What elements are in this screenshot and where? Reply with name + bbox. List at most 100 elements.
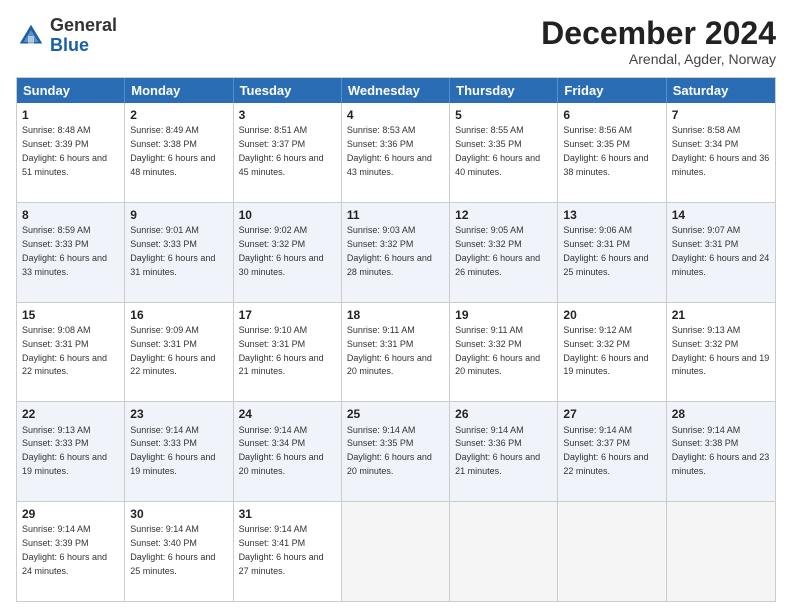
day-number: 1 [22,107,119,123]
day-number: 17 [239,307,336,323]
day-number: 31 [239,506,336,522]
cell-text: Sunrise: 9:14 AM Sunset: 3:33 PM Dayligh… [130,425,215,476]
empty-cell-4-3 [342,502,450,601]
empty-cell-4-5 [558,502,666,601]
day-cell-23: 23 Sunrise: 9:14 AM Sunset: 3:33 PM Dayli… [125,402,233,501]
cell-text: Sunrise: 9:11 AM Sunset: 3:32 PM Dayligh… [455,325,540,376]
page: General Blue December 2024 Arendal, Agde… [0,0,792,612]
day-number: 3 [239,107,336,123]
day-cell-6: 6 Sunrise: 8:56 AM Sunset: 3:35 PM Daylig… [558,103,666,202]
cell-text: Sunrise: 9:14 AM Sunset: 3:37 PM Dayligh… [563,425,648,476]
day-number: 18 [347,307,444,323]
day-number: 7 [672,107,770,123]
day-cell-1: 1Sunrise: 8:48 AM Sunset: 3:39 PM Daylig… [17,103,125,202]
logo-general: General [50,15,117,35]
day-cell-22: 22 Sunrise: 9:13 AM Sunset: 3:33 PM Dayli… [17,402,125,501]
header-day-sunday: Sunday [17,78,125,103]
calendar-row-4: 22 Sunrise: 9:13 AM Sunset: 3:33 PM Dayli… [17,402,775,502]
day-number: 9 [130,207,227,223]
empty-cell-4-6 [667,502,775,601]
day-number: 24 [239,406,336,422]
day-cell-25: 25Sunrise: 9:14 AM Sunset: 3:35 PM Dayli… [342,402,450,501]
header-day-wednesday: Wednesday [342,78,450,103]
day-cell-26: 26Sunrise: 9:14 AM Sunset: 3:36 PM Dayli… [450,402,558,501]
day-number: 27 [563,406,660,422]
day-cell-16: 16 Sunrise: 9:09 AM Sunset: 3:31 PM Dayli… [125,303,233,402]
month-title: December 2024 [541,16,776,51]
cell-text: Sunrise: 9:02 AM Sunset: 3:32 PM Dayligh… [239,225,324,276]
header-day-thursday: Thursday [450,78,558,103]
day-number: 21 [672,307,770,323]
calendar-row-3: 15 Sunrise: 9:08 AM Sunset: 3:31 PM Dayli… [17,303,775,403]
day-cell-31: 31 Sunrise: 9:14 AM Sunset: 3:41 PM Dayli… [234,502,342,601]
logo-blue: Blue [50,35,89,55]
day-number: 13 [563,207,660,223]
cell-text: Sunrise: 9:01 AM Sunset: 3:33 PM Dayligh… [130,225,215,276]
day-cell-27: 27 Sunrise: 9:14 AM Sunset: 3:37 PM Dayli… [558,402,666,501]
day-cell-11: 11Sunrise: 9:03 AM Sunset: 3:32 PM Dayli… [342,203,450,302]
header-day-saturday: Saturday [667,78,775,103]
day-cell-24: 24 Sunrise: 9:14 AM Sunset: 3:34 PM Dayli… [234,402,342,501]
cell-text: Sunrise: 9:14 AM Sunset: 3:34 PM Dayligh… [239,425,324,476]
day-cell-30: 30Sunrise: 9:14 AM Sunset: 3:40 PM Dayli… [125,502,233,601]
day-cell-2: 2 Sunrise: 8:49 AM Sunset: 3:38 PM Daylig… [125,103,233,202]
day-number: 26 [455,406,552,422]
day-number: 23 [130,406,227,422]
day-number: 28 [672,406,770,422]
cell-text: Sunrise: 8:49 AM Sunset: 3:38 PM Dayligh… [130,125,215,176]
day-cell-3: 3Sunrise: 8:51 AM Sunset: 3:37 PM Daylig… [234,103,342,202]
cell-text: Sunrise: 9:03 AM Sunset: 3:32 PM Dayligh… [347,225,432,276]
day-number: 4 [347,107,444,123]
calendar-row-2: 8Sunrise: 8:59 AM Sunset: 3:33 PM Daylig… [17,203,775,303]
day-cell-8: 8Sunrise: 8:59 AM Sunset: 3:33 PM Daylig… [17,203,125,302]
cell-text: Sunrise: 8:56 AM Sunset: 3:35 PM Dayligh… [563,125,648,176]
day-number: 29 [22,506,119,522]
day-number: 20 [563,307,660,323]
cell-text: Sunrise: 8:55 AM Sunset: 3:35 PM Dayligh… [455,125,540,176]
cell-text: Sunrise: 9:14 AM Sunset: 3:39 PM Dayligh… [22,524,107,575]
cell-text: Sunrise: 9:10 AM Sunset: 3:31 PM Dayligh… [239,325,324,376]
day-cell-20: 20 Sunrise: 9:12 AM Sunset: 3:32 PM Dayli… [558,303,666,402]
day-cell-9: 9 Sunrise: 9:01 AM Sunset: 3:33 PM Daylig… [125,203,233,302]
calendar: SundayMondayTuesdayWednesdayThursdayFrid… [16,77,776,602]
day-cell-10: 10 Sunrise: 9:02 AM Sunset: 3:32 PM Dayli… [234,203,342,302]
cell-text: Sunrise: 8:59 AM Sunset: 3:33 PM Dayligh… [22,225,107,276]
day-number: 22 [22,406,119,422]
cell-text: Sunrise: 8:53 AM Sunset: 3:36 PM Dayligh… [347,125,432,176]
day-cell-4: 4 Sunrise: 8:53 AM Sunset: 3:36 PM Daylig… [342,103,450,202]
day-cell-17: 17 Sunrise: 9:10 AM Sunset: 3:31 PM Dayli… [234,303,342,402]
cell-text: Sunrise: 9:13 AM Sunset: 3:33 PM Dayligh… [22,425,107,476]
header-day-tuesday: Tuesday [234,78,342,103]
cell-text: Sunrise: 9:07 AM Sunset: 3:31 PM Dayligh… [672,225,770,276]
cell-text: Sunrise: 9:08 AM Sunset: 3:31 PM Dayligh… [22,325,107,376]
cell-text: Sunrise: 9:12 AM Sunset: 3:32 PM Dayligh… [563,325,648,376]
day-cell-14: 14Sunrise: 9:07 AM Sunset: 3:31 PM Dayli… [667,203,775,302]
cell-text: Sunrise: 9:05 AM Sunset: 3:32 PM Dayligh… [455,225,540,276]
day-number: 2 [130,107,227,123]
calendar-body: 1Sunrise: 8:48 AM Sunset: 3:39 PM Daylig… [17,103,775,601]
day-cell-29: 29 Sunrise: 9:14 AM Sunset: 3:39 PM Dayli… [17,502,125,601]
day-number: 25 [347,406,444,422]
cell-text: Sunrise: 9:14 AM Sunset: 3:38 PM Dayligh… [672,425,770,476]
cell-text: Sunrise: 9:09 AM Sunset: 3:31 PM Dayligh… [130,325,215,376]
logo: General Blue [16,16,117,56]
cell-text: Sunrise: 9:06 AM Sunset: 3:31 PM Dayligh… [563,225,648,276]
day-cell-15: 15 Sunrise: 9:08 AM Sunset: 3:31 PM Dayli… [17,303,125,402]
cell-text: Sunrise: 9:14 AM Sunset: 3:41 PM Dayligh… [239,524,324,575]
header: General Blue December 2024 Arendal, Agde… [16,16,776,67]
day-number: 6 [563,107,660,123]
day-cell-7: 7 Sunrise: 8:58 AM Sunset: 3:34 PM Daylig… [667,103,775,202]
day-number: 5 [455,107,552,123]
title-block: December 2024 Arendal, Agder, Norway [541,16,776,67]
day-cell-13: 13 Sunrise: 9:06 AM Sunset: 3:31 PM Dayli… [558,203,666,302]
day-cell-21: 21Sunrise: 9:13 AM Sunset: 3:32 PM Dayli… [667,303,775,402]
day-number: 10 [239,207,336,223]
day-number: 16 [130,307,227,323]
day-number: 15 [22,307,119,323]
cell-text: Sunrise: 8:58 AM Sunset: 3:34 PM Dayligh… [672,125,770,176]
cell-text: Sunrise: 9:11 AM Sunset: 3:31 PM Dayligh… [347,325,432,376]
day-cell-5: 5 Sunrise: 8:55 AM Sunset: 3:35 PM Daylig… [450,103,558,202]
day-number: 12 [455,207,552,223]
header-day-friday: Friday [558,78,666,103]
location: Arendal, Agder, Norway [541,51,776,67]
